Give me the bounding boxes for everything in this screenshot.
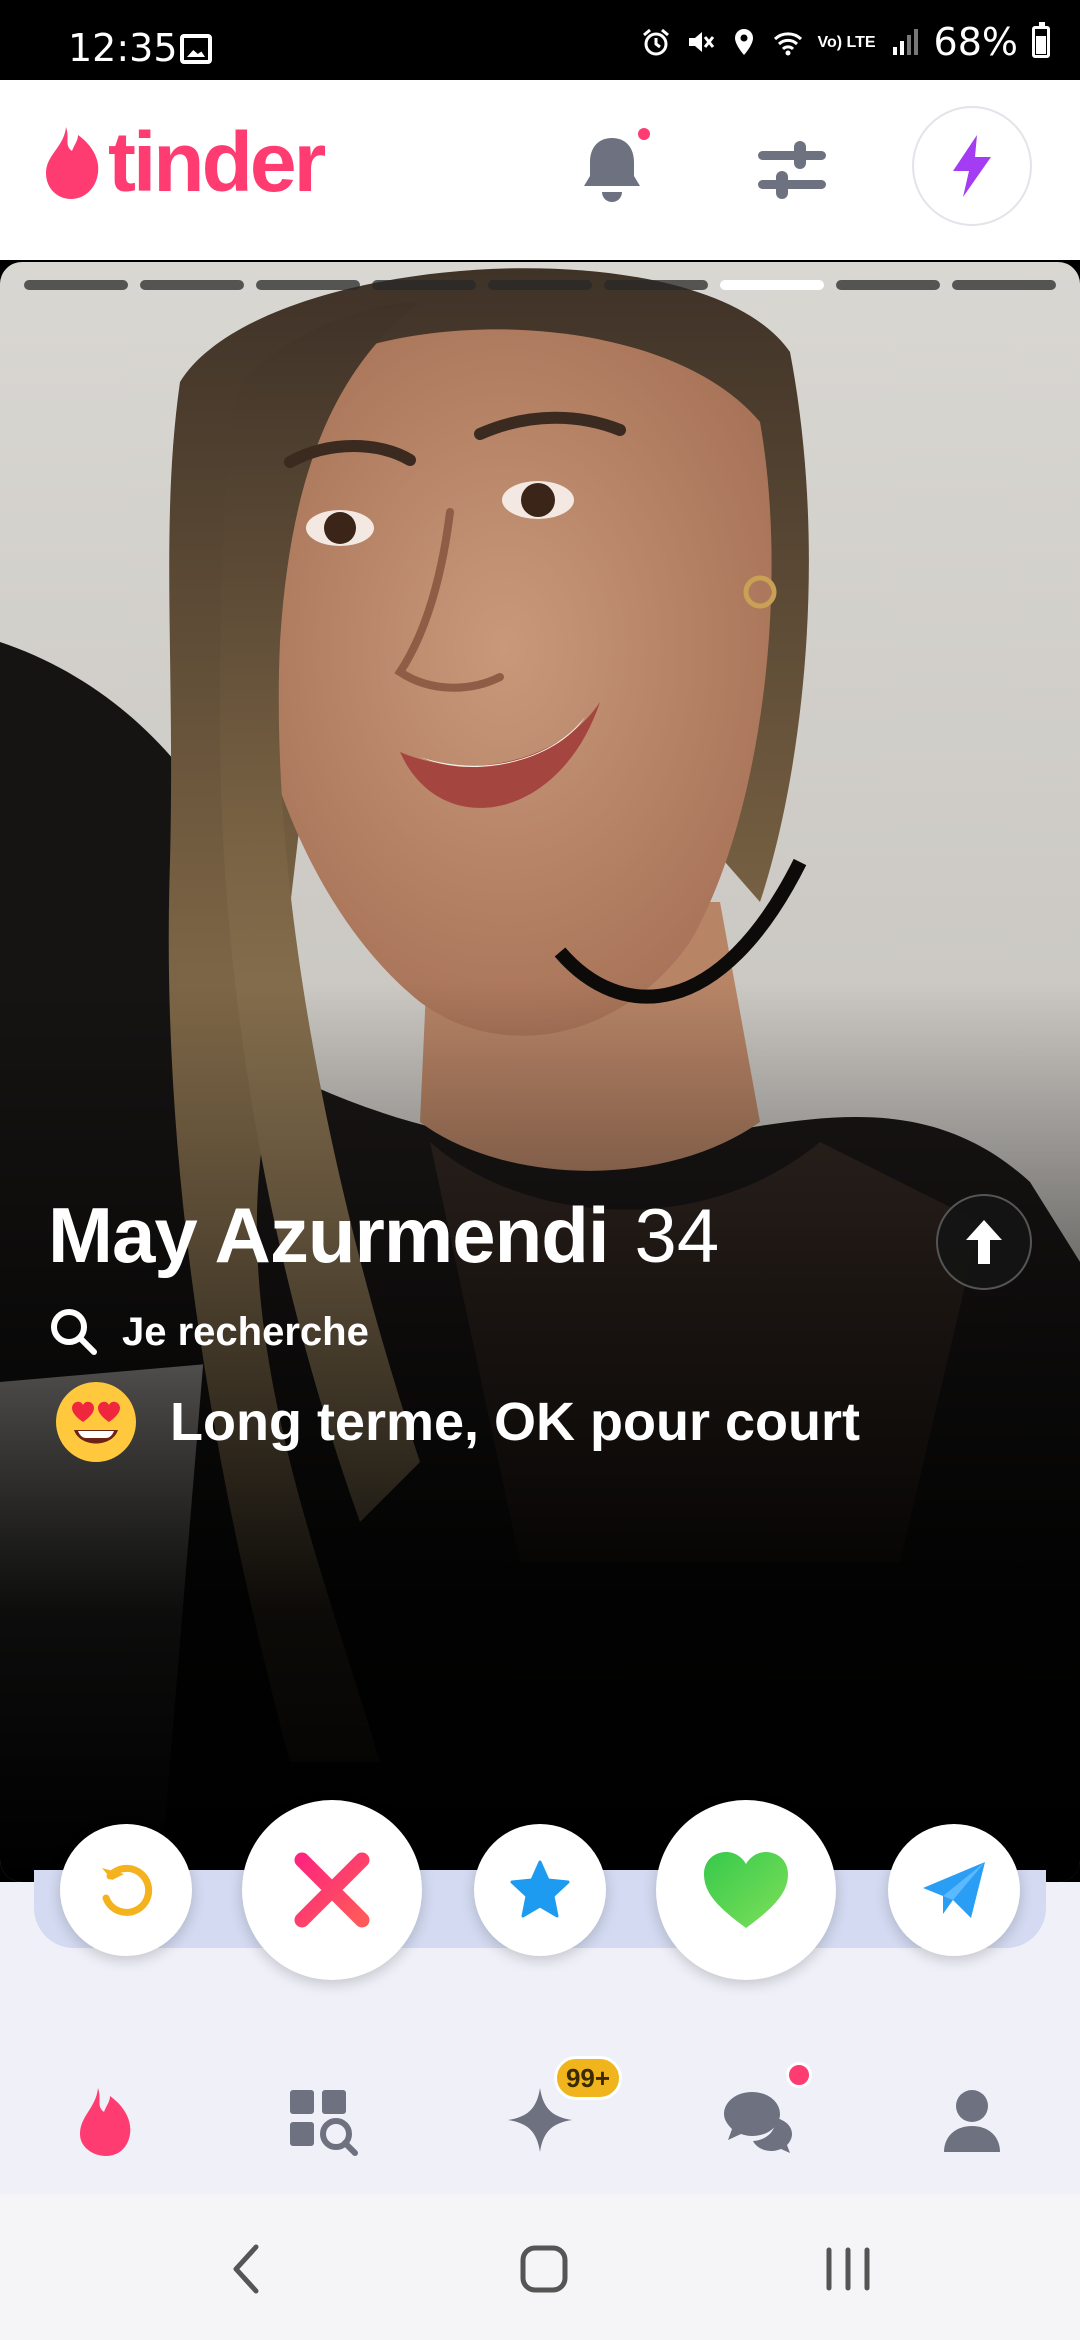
- new-message-dot: [786, 2062, 812, 2088]
- photo-progress-segment[interactable]: [720, 280, 824, 290]
- star-icon: [510, 1860, 570, 1918]
- like-button[interactable]: [656, 1800, 836, 1980]
- relationship-goal-row: Long terme, OK pour court: [54, 1380, 860, 1464]
- photo-progress-segment[interactable]: [488, 280, 592, 290]
- battery-icon: [1032, 22, 1050, 58]
- close-x-icon: [294, 1852, 370, 1928]
- photo-progress-segment[interactable]: [372, 280, 476, 290]
- battery-percent: 68%: [933, 20, 1018, 64]
- looking-for-row: Je recherche: [48, 1306, 369, 1358]
- signal-icon: [890, 27, 920, 57]
- explore-grid-icon: [290, 2090, 358, 2156]
- discovery-settings-button[interactable]: [744, 122, 840, 218]
- app-header: tinder: [0, 80, 1080, 260]
- send-message-button[interactable]: [888, 1824, 1020, 1956]
- heart-icon: [704, 1852, 788, 1928]
- photo-progress-segment[interactable]: [256, 280, 360, 290]
- profile-name: May Azurmendi: [48, 1191, 610, 1279]
- arrow-up-icon: [966, 1220, 1002, 1264]
- logo-text: tinder: [108, 115, 326, 209]
- notification-dot: [638, 128, 650, 140]
- flame-icon: [46, 127, 99, 199]
- status-bar: 12:35 Vo) LTE 68%: [0, 0, 1080, 80]
- nav-profile[interactable]: [922, 2070, 1022, 2170]
- search-icon: [51, 1309, 97, 1355]
- bell-icon: [584, 138, 640, 202]
- nav-home[interactable]: [56, 2070, 156, 2170]
- user-avatar-icon: [944, 2090, 1000, 2152]
- nav-explore[interactable]: [272, 2070, 372, 2170]
- likes-count-badge: 99+: [554, 2056, 622, 2100]
- profile-name-row: May Azurmendi 34: [48, 1190, 719, 1281]
- rewind-icon: [102, 1864, 153, 1916]
- relationship-goal-text: Long terme, OK pour court: [170, 1392, 861, 1452]
- rewind-button[interactable]: [60, 1824, 192, 1956]
- chat-bubbles-icon: [724, 2092, 792, 2153]
- paper-plane-icon: [923, 1862, 985, 1918]
- heart-eyes-emoji-icon: [56, 1382, 136, 1462]
- flame-icon: [80, 2088, 131, 2156]
- sliders-icon: [758, 141, 826, 199]
- recent-apps-icon: [826, 2247, 870, 2291]
- photo-progress-indicator: [24, 280, 1056, 290]
- photo-progress-segment[interactable]: [836, 280, 940, 290]
- home-square-icon: [520, 2245, 568, 2293]
- status-time: 12:35: [68, 26, 178, 70]
- photo-progress-segment[interactable]: [140, 280, 244, 290]
- open-profile-button[interactable]: [936, 1194, 1032, 1290]
- network-type: Vo) LTE: [817, 33, 876, 51]
- system-navigation-bar: [0, 2194, 1080, 2340]
- super-like-button[interactable]: [474, 1824, 606, 1956]
- boost-button[interactable]: [912, 106, 1032, 226]
- system-recent-apps-button[interactable]: [808, 2234, 888, 2304]
- system-back-button[interactable]: [206, 2234, 286, 2304]
- photo-progress-segment[interactable]: [604, 280, 708, 290]
- alarm-icon: [641, 27, 671, 57]
- system-home-button[interactable]: [504, 2234, 584, 2304]
- notifications-button[interactable]: [564, 122, 660, 218]
- wifi-icon: [773, 27, 803, 57]
- profile-card[interactable]: [0, 262, 1080, 1882]
- mute-icon: [685, 27, 715, 57]
- chevron-left-icon: [233, 2244, 259, 2294]
- bottom-navigation: [0, 2020, 1080, 2194]
- photo-progress-segment[interactable]: [24, 280, 128, 290]
- lightning-bolt-icon: [953, 135, 991, 197]
- looking-for-label: Je recherche: [122, 1309, 369, 1354]
- profile-age: 34: [634, 1194, 720, 1279]
- gallery-notification-icon: [180, 34, 212, 64]
- photo-progress-segment[interactable]: [952, 280, 1056, 290]
- location-icon: [729, 27, 759, 57]
- nope-button[interactable]: [242, 1800, 422, 1980]
- tinder-logo[interactable]: tinder: [44, 115, 326, 209]
- status-icons: Vo) LTE 68%: [641, 20, 1050, 64]
